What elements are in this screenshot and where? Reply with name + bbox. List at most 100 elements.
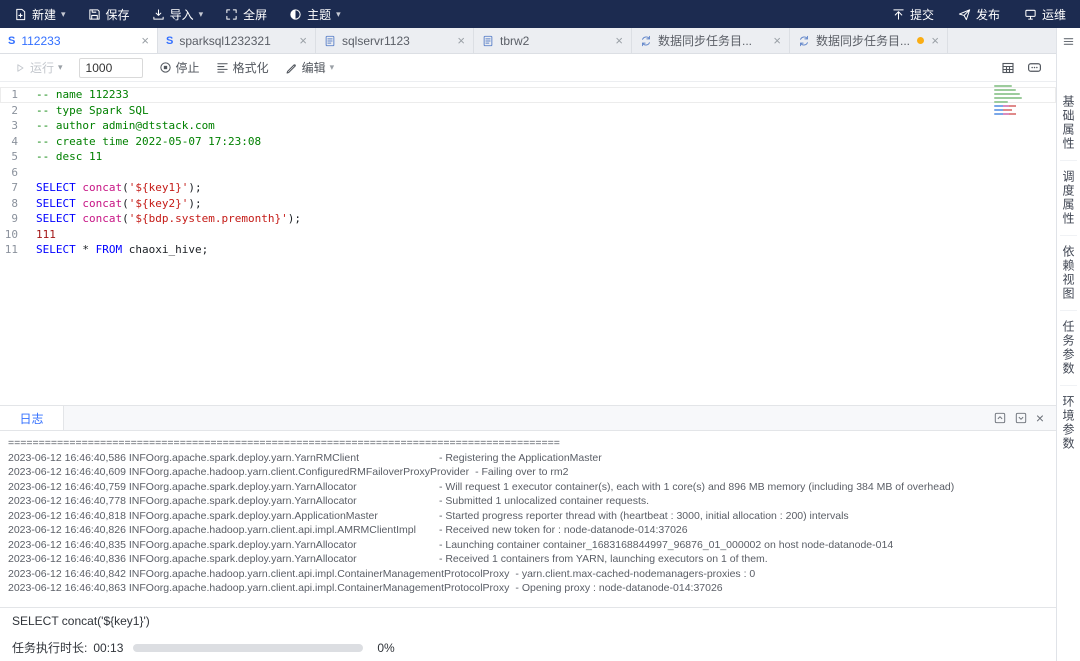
code-text: -- author admin@dtstack.com bbox=[36, 118, 215, 134]
result-bar: SELECT concat('${key1}') bbox=[0, 607, 1056, 634]
table-view-icon[interactable] bbox=[1001, 61, 1015, 75]
tab-label: sqlservr1123 bbox=[342, 33, 410, 48]
format-icon bbox=[216, 61, 229, 74]
format-button[interactable]: 格式化 bbox=[216, 59, 269, 76]
log-logger: org.apache.hadoop.yarn.client.api.impl.A… bbox=[153, 524, 416, 536]
line-number: 3 bbox=[11, 119, 18, 132]
editor-tab-2[interactable]: sqlservr1123 × bbox=[316, 28, 474, 53]
line-number: 8 bbox=[11, 196, 18, 210]
tab-close-icon[interactable]: × bbox=[299, 34, 307, 47]
log-line: 2023-06-12 16:46:40,759 INFO org.apache.s… bbox=[8, 480, 1048, 495]
log-timestamp: 2023-06-12 16:46:40,863 INFO bbox=[8, 582, 154, 594]
run-label: 运行 bbox=[30, 61, 55, 75]
editor-tab-5[interactable]: 数据同步任务目... × bbox=[790, 28, 948, 53]
editor-tab-3[interactable]: tbrw2 × bbox=[474, 28, 632, 53]
code-line[interactable]: 8 SELECT concat('${key2}'); bbox=[0, 196, 1056, 212]
tab-close-icon[interactable]: × bbox=[141, 34, 149, 47]
panel-tab-basic-props[interactable]: 基础属性 bbox=[1060, 86, 1077, 161]
topbar-fullscreen-button[interactable]: 全屏 bbox=[225, 6, 267, 23]
code-line[interactable]: 1 -- name 112233 bbox=[0, 87, 1056, 103]
log-line: 2023-06-12 16:46:40,826 INFO org.apache.h… bbox=[8, 523, 1048, 538]
topbar-submit-button[interactable]: 提交 bbox=[892, 6, 934, 23]
code-text: -- desc 11 bbox=[36, 149, 102, 165]
log-line: 2023-06-12 16:46:40,778 INFO org.apache.s… bbox=[8, 494, 1048, 509]
editor-tab-1[interactable]: Ssparksql1232321 × bbox=[158, 28, 316, 53]
log-message: - yarn.client.max-cached-nodemanagers-pr… bbox=[515, 567, 756, 580]
code-text: SELECT concat('${bdp.system.premonth}'); bbox=[36, 211, 301, 227]
code-line[interactable]: 6 bbox=[0, 165, 1056, 181]
log-timestamp: 2023-06-12 16:46:40,609 INFO bbox=[8, 466, 154, 478]
run-button[interactable]: 运行 ▾ bbox=[14, 59, 63, 76]
fullscreen-icon bbox=[225, 8, 238, 21]
code-line[interactable]: 4 -- create time 2022-05-07 17:23:08 bbox=[0, 134, 1056, 150]
topbar-ops-button[interactable]: 运维 bbox=[1024, 6, 1066, 23]
tab-list-menu-icon[interactable] bbox=[1062, 35, 1075, 48]
spark-sql-icon: S bbox=[8, 34, 16, 47]
code-editor[interactable]: 1 -- name 112233 2 -- type Spark SQL 3 -- aut… bbox=[0, 82, 1056, 405]
tab-label: tbrw2 bbox=[500, 33, 530, 48]
tab-label: 112233 bbox=[21, 33, 61, 48]
editor-tab-0[interactable]: S 112233 × bbox=[0, 28, 158, 53]
topbar-import-button[interactable]: 导入 ▾ bbox=[152, 6, 203, 23]
panel-tab-dependency-view[interactable]: 依赖视图 bbox=[1060, 236, 1077, 311]
variables-icon[interactable] bbox=[1027, 60, 1042, 75]
log-separator-text: ========================================… bbox=[8, 437, 560, 449]
progress-percent: 0% bbox=[377, 640, 395, 655]
code-token: SELECT bbox=[36, 181, 76, 194]
line-number: 2 bbox=[11, 103, 18, 117]
tab-close-icon[interactable]: × bbox=[931, 34, 939, 47]
edit-button[interactable]: 编辑 ▾ bbox=[285, 59, 334, 76]
topbar-theme-button[interactable]: 主题 ▾ bbox=[289, 6, 341, 23]
running-sql-text: SELECT concat('${key1}') bbox=[12, 614, 150, 628]
code-token: ); bbox=[188, 196, 202, 210]
log-timestamp: 2023-06-12 16:46:40,586 INFO bbox=[8, 451, 154, 464]
code-token: ); bbox=[287, 212, 301, 225]
log-message: - Submitted 1 unlocalized container requ… bbox=[438, 495, 650, 507]
log-logger: org.apache.spark.deploy.yarn.YarnAllocat… bbox=[153, 480, 357, 493]
log-logger: org.apache.spark.deploy.yarn.Application… bbox=[153, 509, 378, 522]
ops-icon bbox=[1024, 8, 1037, 21]
code-line[interactable]: 7 SELECT concat('${key1}'); bbox=[0, 180, 1056, 196]
edit-label: 编辑 bbox=[301, 61, 326, 75]
editor-tab-4[interactable]: 数据同步任务目... × bbox=[632, 28, 790, 53]
code-token: -- author admin@dtstack.com bbox=[36, 119, 215, 132]
status-bar: 任务执行时长: 00:13 0% bbox=[0, 634, 1056, 661]
code-line[interactable]: 2 -- type Spark SQL bbox=[0, 103, 1056, 119]
code-line[interactable]: 9 SELECT concat('${bdp.system.premonth}')… bbox=[0, 211, 1056, 227]
topbar-save-button[interactable]: 保存 bbox=[88, 6, 130, 23]
log-logger: org.apache.hadoop.yarn.client.Configured… bbox=[153, 466, 470, 478]
tab-close-icon[interactable]: × bbox=[773, 34, 781, 47]
close-log-icon[interactable]: × bbox=[1036, 411, 1044, 425]
code-line[interactable]: 3 -- author admin@dtstack.com bbox=[0, 118, 1056, 134]
tab-close-icon[interactable]: × bbox=[457, 34, 465, 47]
chevron-down-icon: ▾ bbox=[336, 8, 341, 19]
code-token: '${key1}' bbox=[128, 181, 189, 194]
code-line[interactable]: 5 -- desc 11 bbox=[0, 149, 1056, 165]
submit-icon bbox=[892, 8, 905, 21]
code-line[interactable]: 11 SELECT * FROM chaoxi_hive; bbox=[0, 242, 1056, 258]
collapse-panel-down-icon[interactable] bbox=[1015, 412, 1027, 424]
tab-close-icon[interactable]: × bbox=[615, 34, 623, 47]
log-message: - Registering the ApplicationMaster bbox=[438, 451, 602, 464]
log-message: - Launching container container_16831688… bbox=[438, 538, 894, 551]
tab-log[interactable]: 日志 bbox=[0, 406, 64, 430]
code-token: ( bbox=[122, 181, 129, 194]
code-token: SELECT bbox=[36, 196, 76, 210]
code-text: -- type Spark SQL bbox=[36, 103, 149, 119]
panel-tab-task-params[interactable]: 任务参数 bbox=[1060, 311, 1077, 386]
line-number: 7 bbox=[11, 181, 18, 194]
expand-panel-up-icon[interactable] bbox=[994, 412, 1006, 424]
panel-tab-env-params[interactable]: 环境参数 bbox=[1060, 386, 1077, 460]
stop-button[interactable]: 停止 bbox=[159, 59, 200, 76]
sync-icon bbox=[798, 35, 810, 47]
panel-tab-schedule-props[interactable]: 调度属性 bbox=[1060, 161, 1077, 236]
code-token: ( bbox=[122, 212, 129, 225]
topbar-new-button[interactable]: 新建 ▾ bbox=[14, 6, 66, 23]
log-message: - Failing over to rm2 bbox=[475, 466, 569, 478]
minimap bbox=[994, 85, 1024, 117]
rows-limit-input[interactable] bbox=[78, 57, 143, 78]
topbar-publish-label: 发布 bbox=[975, 7, 1000, 22]
topbar-publish-button[interactable]: 发布 bbox=[958, 6, 1000, 23]
code-text: 111 bbox=[36, 227, 56, 243]
code-line[interactable]: 10 111 bbox=[0, 227, 1056, 243]
